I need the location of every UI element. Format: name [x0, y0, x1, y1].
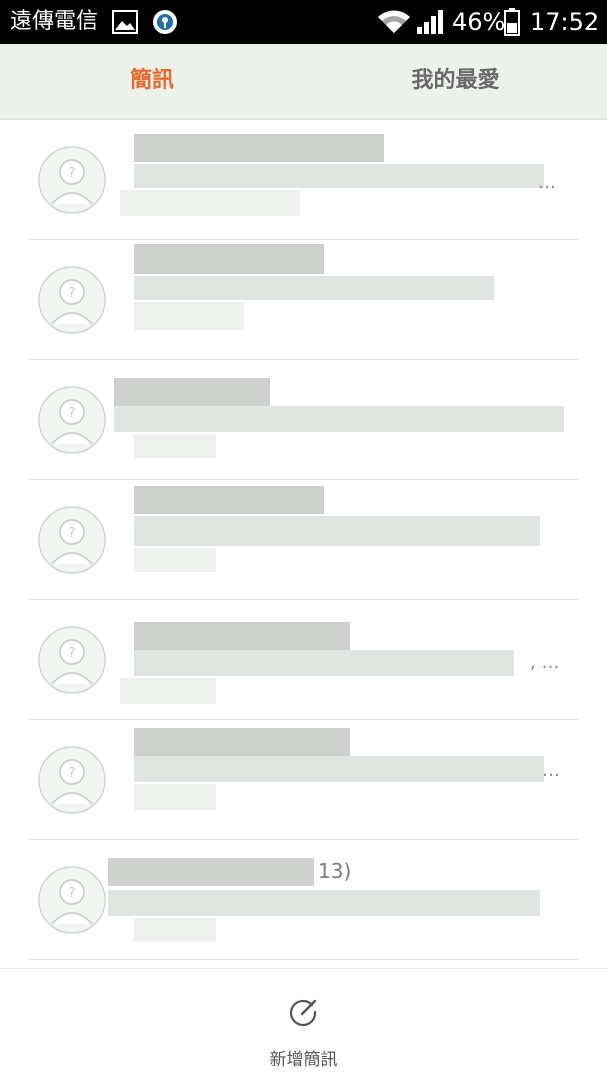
avatar-icon: ? — [38, 506, 106, 574]
tab-sms[interactable]: 簡訊 — [0, 44, 304, 118]
redacted-preview — [134, 516, 540, 546]
svg-text:?: ? — [69, 886, 76, 901]
conversation-name-tail: 13) — [318, 859, 352, 883]
clock: 17:52 — [530, 8, 600, 36]
conversation-item[interactable]: ? — [0, 480, 607, 600]
conversation-preview: , … — [530, 652, 560, 673]
svg-text:?: ? — [69, 166, 76, 181]
redacted-name — [134, 622, 350, 650]
redacted-preview — [108, 890, 540, 916]
redacted-preview — [134, 756, 544, 782]
status-bar: 遠傳電信 46% 17:52 — [0, 0, 607, 44]
image-icon — [112, 10, 138, 34]
signal-icon — [417, 10, 443, 34]
redacted-name — [134, 134, 384, 162]
redacted-name — [134, 486, 324, 514]
conversation-item[interactable]: ? — [0, 240, 607, 360]
redacted-preview — [134, 434, 216, 458]
redacted-name — [108, 858, 314, 886]
avatar-icon: ? — [38, 266, 106, 334]
redacted-name — [134, 244, 324, 274]
sms-app-screen: 遠傳電信 46% 17:52 簡訊 我的最愛 ? … ? ? ? ? , … ?… — [0, 0, 607, 1080]
tab-favorites[interactable]: 我的最愛 — [304, 44, 607, 118]
svg-text:?: ? — [69, 526, 76, 541]
redacted-preview — [134, 164, 544, 188]
svg-text:?: ? — [69, 766, 76, 781]
redacted-name — [134, 728, 350, 756]
redacted-preview — [134, 302, 244, 330]
circle-app-icon — [153, 10, 177, 34]
avatar-icon: ? — [38, 146, 106, 214]
conversation-preview: … — [538, 172, 556, 193]
avatar-icon: ? — [38, 626, 106, 694]
redacted-preview — [134, 548, 216, 572]
compose-button-label[interactable]: 新增簡訊 — [0, 1045, 607, 1070]
avatar-icon: ? — [38, 386, 106, 454]
redacted-preview — [134, 918, 216, 942]
avatar-icon: ? — [38, 746, 106, 814]
redacted-name — [114, 378, 270, 406]
conversation-item[interactable]: ? 13) — [0, 840, 607, 960]
conversation-item[interactable]: ? — [0, 360, 607, 480]
svg-text:?: ? — [69, 406, 76, 421]
bottom-action-bar: 新增簡訊 — [0, 968, 607, 1080]
redacted-preview — [120, 678, 216, 704]
conversation-item[interactable]: ? … — [0, 720, 607, 840]
conversation-item[interactable]: ? … — [0, 120, 607, 240]
tab-bar: 簡訊 我的最愛 — [0, 44, 607, 120]
redacted-preview — [134, 276, 494, 300]
compose-icon[interactable] — [288, 997, 318, 1027]
svg-text:?: ? — [69, 286, 76, 301]
conversation-item[interactable]: ? , … — [0, 600, 607, 720]
carrier-name: 遠傳電信 — [10, 9, 99, 34]
redacted-preview — [134, 650, 514, 676]
svg-text:?: ? — [69, 646, 76, 661]
redacted-preview — [134, 784, 216, 810]
wifi-icon — [378, 10, 410, 33]
conversation-preview: … — [542, 760, 560, 781]
redacted-preview — [114, 406, 564, 432]
battery-icon — [504, 8, 520, 36]
redacted-preview — [120, 190, 300, 216]
conversation-list: ? … ? ? ? ? , … ? … ? 13) — [0, 120, 607, 968]
avatar-icon: ? — [38, 866, 106, 934]
battery-percentage: 46% — [452, 8, 506, 36]
